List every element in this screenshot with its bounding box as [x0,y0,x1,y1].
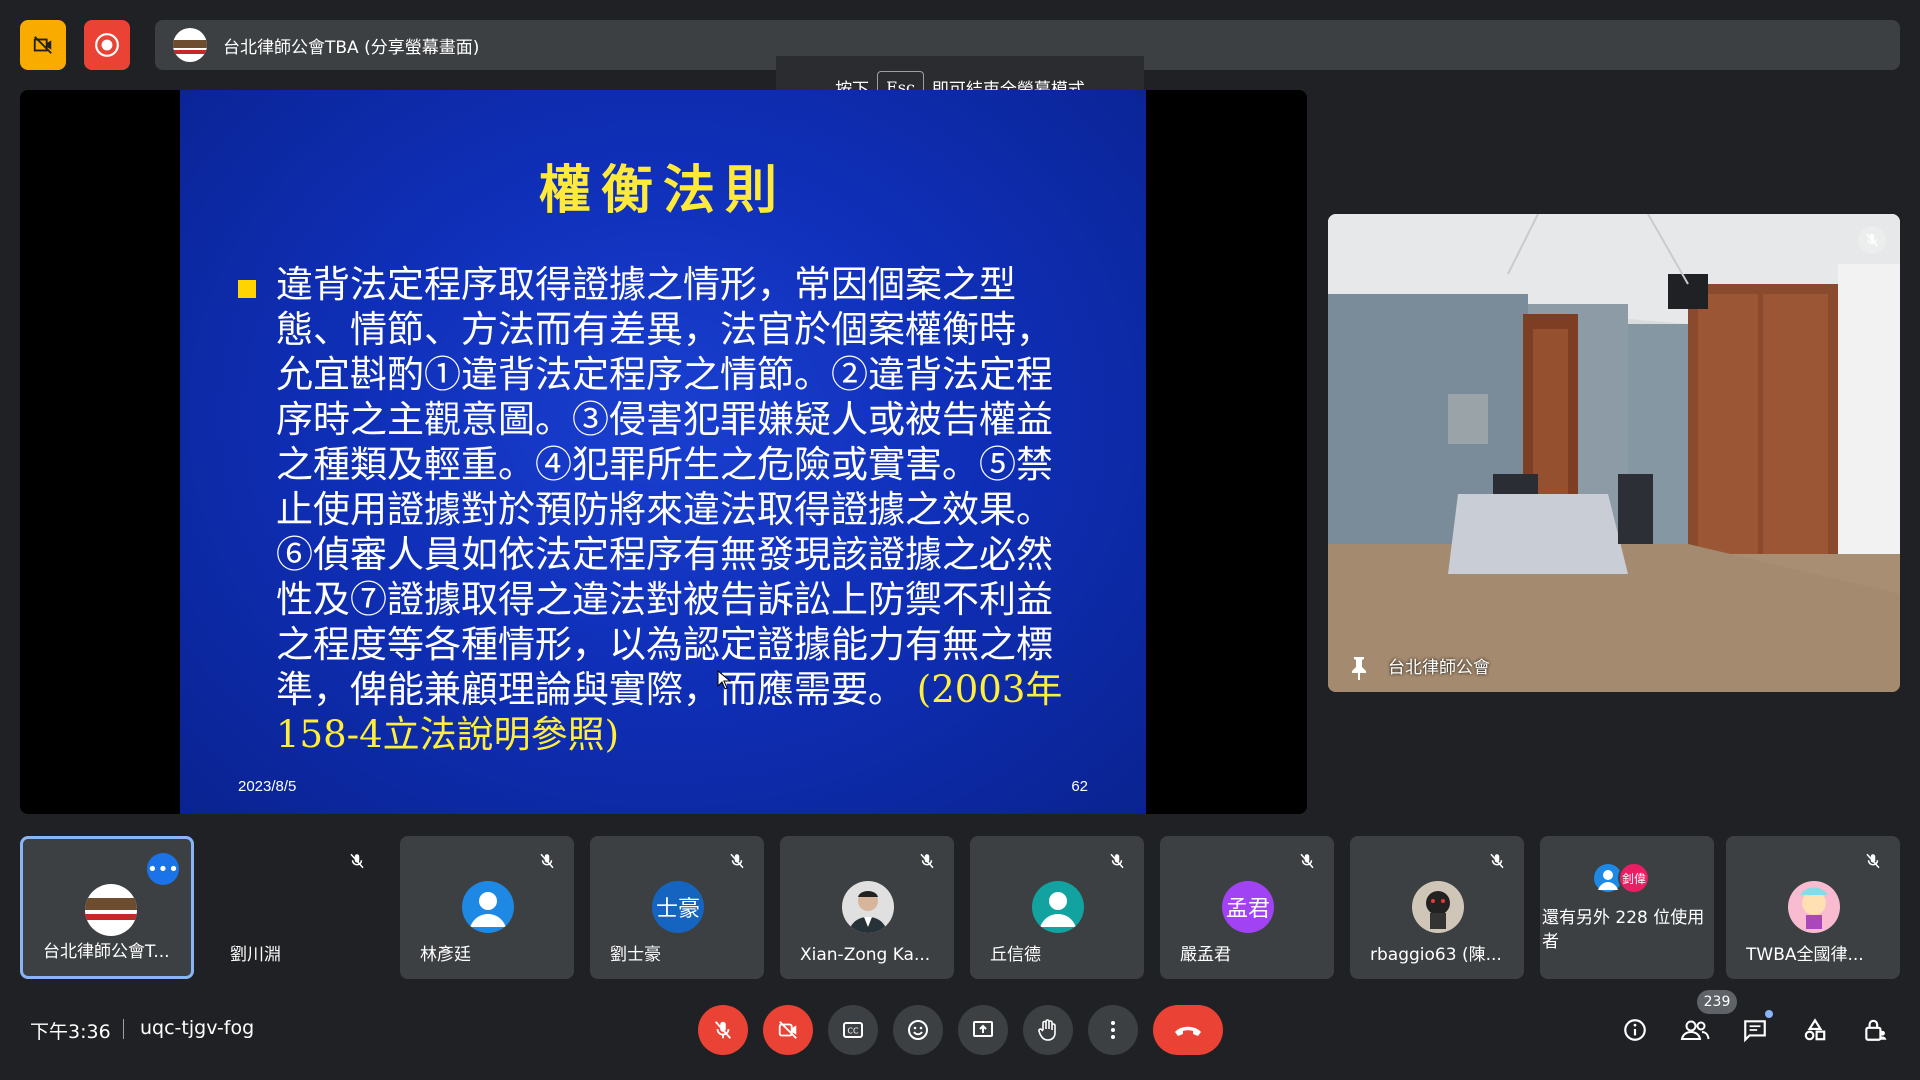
participant-name: 劉川淵 [230,945,281,965]
slide-title: 權衡法則 [538,160,787,221]
hand-icon [1038,1019,1056,1041]
mic-off-icon [920,853,934,869]
info-icon [1624,1019,1646,1041]
meeting-code: uqc-tjgv-fog [140,1017,255,1039]
mic-off-icon [1110,853,1124,869]
people-button[interactable] [1677,1012,1713,1048]
default-avatar-icon [462,881,514,933]
record-icon [95,33,119,57]
participant-tile[interactable]: ••• 台北律師公會T... [20,836,194,979]
captions-button[interactable]: CC [828,1005,878,1055]
activities-button[interactable] [1797,1012,1833,1048]
more-participants-text: 還有另外 228 位使用者 [1542,908,1705,952]
more-participants-tile[interactable]: 釗偉 還有另外 228 位使用者 [1540,836,1714,979]
more-options-button[interactable] [1088,1005,1138,1055]
participant-name: 林彥廷 [420,945,471,965]
room-label: 台北律師公會 [1388,658,1490,678]
camera-toggle-button[interactable] [763,1005,813,1055]
svg-text:CC: CC [847,1027,859,1036]
chat-icon [1744,1020,1766,1043]
participant-name: 嚴孟君 [1180,945,1231,965]
participant-tile[interactable]: 丘信德 [970,836,1144,979]
participant-name: Xian-Zong Ka... [800,945,931,965]
no-camera-icon [33,36,52,54]
bullet-icon [238,280,256,298]
participant-tile[interactable]: Xian-Zong Ka... [780,836,954,979]
participant-tile[interactable]: 孟君 嚴孟君 [1160,836,1334,979]
leave-call-button[interactable] [1153,1005,1223,1055]
lock-person-icon [1865,1019,1887,1041]
shapes-icon [1804,1018,1826,1041]
camera-off-icon [778,1021,797,1039]
mic-off-icon [1866,853,1880,869]
participant-avatar [85,884,137,936]
room-mic-off-icon [1858,226,1886,254]
present-icon [973,1021,993,1037]
participant-initials: 士豪 [652,881,704,933]
participant-initials: 孟君 [1222,881,1274,933]
more-vert-icon [1111,1021,1115,1039]
mic-off-icon [714,1021,732,1039]
mouse-cursor-icon [717,670,731,690]
mic-off-icon [1490,853,1504,869]
recording-button[interactable] [84,20,130,70]
meeting-time: 下午3:36 [30,1021,111,1043]
default-avatar-icon [1032,881,1084,933]
participant-tile[interactable]: 士豪 劉士豪 [590,836,764,979]
participant-tile[interactable]: 林彥廷 [400,836,574,979]
people-count-badge: 239 [1697,990,1737,1014]
participant-photo-avatar [842,881,894,933]
mic-off-icon [540,853,554,869]
participant-name: TWBA全國律... [1746,945,1864,965]
mic-off-icon [1300,853,1314,869]
mic-off-icon [350,853,364,869]
more-options-icon[interactable]: ••• [147,853,179,885]
presenter-logo-icon [173,28,207,62]
room-video-image [1328,214,1900,692]
participant-initials: 釗偉 [1618,862,1650,894]
slide-date: 2023/8/5 [238,778,297,795]
mic-toggle-button[interactable] [698,1005,748,1055]
participant-photo-avatar [1788,881,1840,933]
raise-hand-button[interactable] [1023,1005,1073,1055]
presentation-slide: 權衡法則 違背法定程序取得證據之情形，常因個案之型態、情節、方法而有差異，法官於… [180,90,1146,814]
presenter-title: 台北律師公會TBA (分享螢幕畫面) [223,37,480,58]
host-controls-button[interactable] [1857,1012,1893,1048]
participant-name: rbaggio63 (陳... [1370,945,1502,965]
divider [123,1019,124,1039]
slide-body: 違背法定程序取得證據之情形，常因個案之型態、情節、方法而有差異，法官於個案權衡時… [276,262,1088,757]
shared-screen: 權衡法則 違背法定程序取得證據之情形，常因個案之型態、情節、方法而有差異，法官於… [20,90,1307,814]
participant-name: 丘信德 [990,945,1041,965]
reactions-button[interactable] [893,1005,943,1055]
room-video-tile[interactable]: 台北律師公會 [1328,214,1900,692]
participant-tile[interactable]: rbaggio63 (陳... [1350,836,1524,979]
chat-unread-dot [1765,1010,1773,1018]
hide-self-view-button[interactable] [20,20,66,70]
meeting-details-button[interactable] [1617,1012,1653,1048]
participant-name: 台北律師公會T... [43,942,170,962]
present-screen-button[interactable] [958,1005,1008,1055]
participant-name: 劉士豪 [610,945,661,965]
chat-button[interactable] [1737,1010,1773,1048]
captions-icon: CC [843,1022,863,1038]
participant-tile[interactable]: 劉川淵 [210,836,384,979]
hang-up-icon [1175,1026,1201,1036]
people-icon [1680,1020,1710,1040]
participant-photo-avatar [1412,881,1464,933]
mic-off-icon [730,853,744,869]
slide-body-text: 違背法定程序取得證據之情形，常因個案之型態、情節、方法而有差異，法官於個案權衡時… [276,263,1053,711]
pin-icon[interactable] [1350,656,1368,680]
emoji-icon [908,1020,928,1040]
slide-page-number: 62 [1071,778,1088,795]
participant-tile[interactable]: TWBA全國律... [1726,836,1900,979]
